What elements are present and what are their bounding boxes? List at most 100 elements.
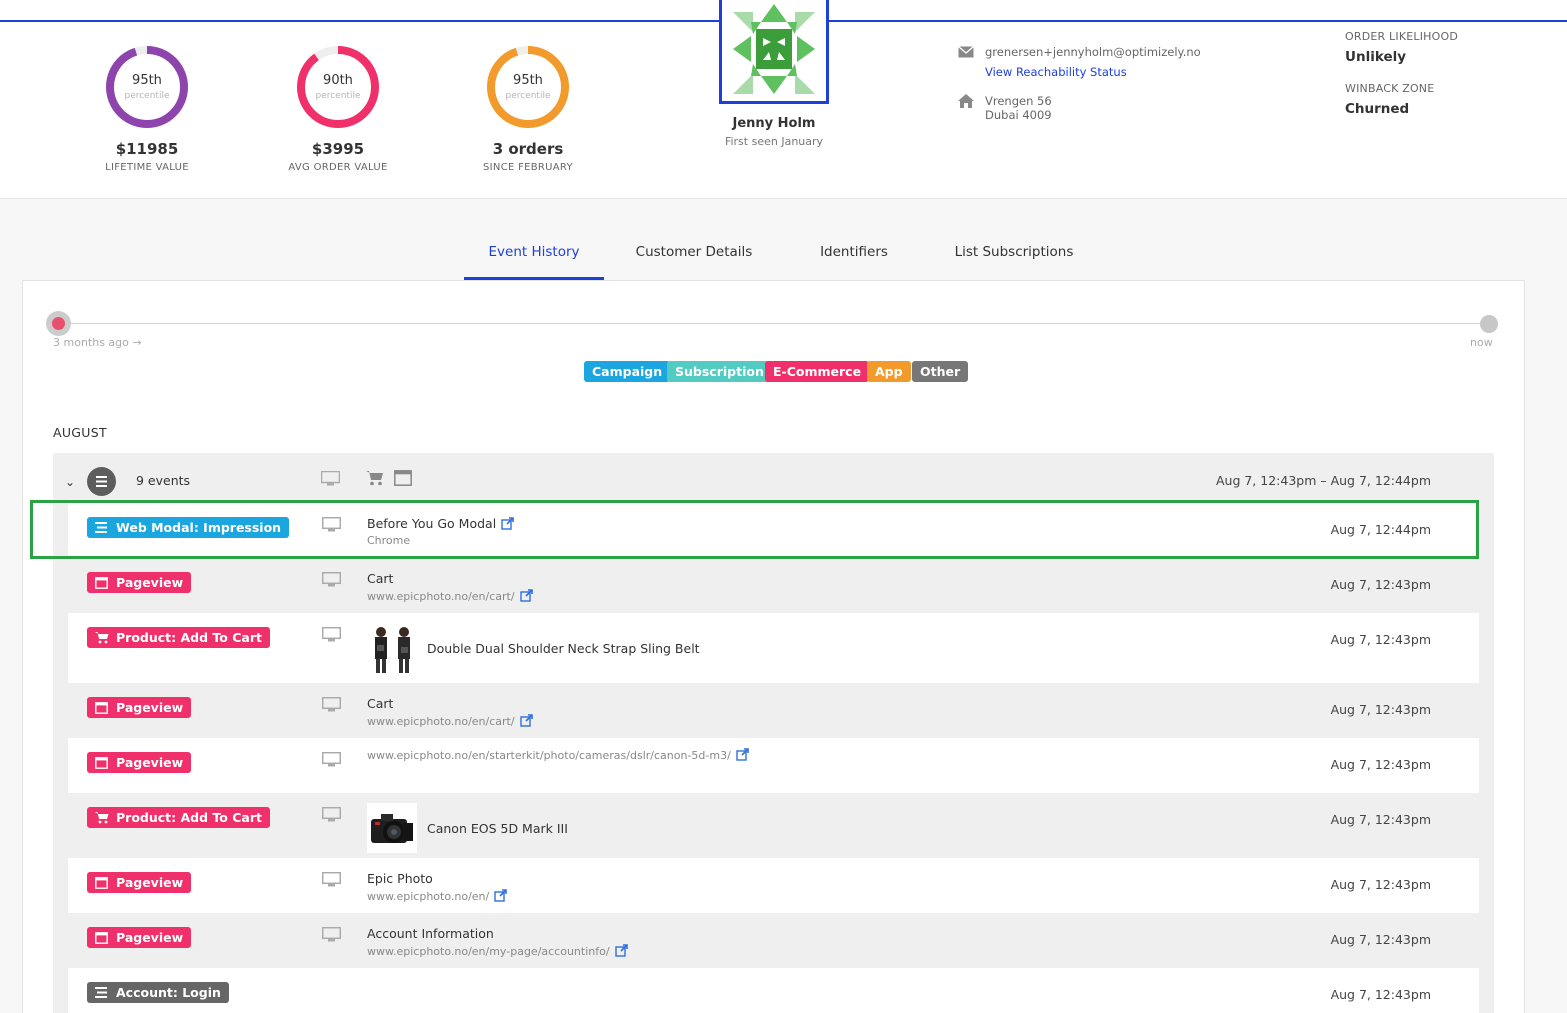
event-type-label: Pageview [116, 755, 184, 770]
winback-zone-value: Churned [1345, 101, 1410, 117]
desktop-icon [321, 871, 342, 887]
event-subtitle-text[interactable]: www.epicphoto.no/en/ [367, 890, 489, 903]
event-title: Cart [367, 571, 393, 586]
event-title-text: Epic Photo [367, 871, 433, 886]
event-time: Aug 7, 12:43pm [1330, 987, 1431, 1002]
stat-label: AVG ORDER VALUE [288, 162, 388, 173]
event-title-text: Account Information [367, 926, 494, 941]
device-desktop [321, 626, 342, 646]
event-type-label: Pageview [116, 700, 184, 715]
event-type-label: Product: Add To Cart [116, 630, 262, 645]
browser-icon [95, 877, 108, 889]
desktop-icon [321, 751, 342, 767]
list-icon [87, 467, 116, 496]
event-type-badge[interactable]: Pageview [87, 752, 192, 773]
event-type-badge[interactable]: Pageview [87, 697, 192, 718]
event-url: www.epicphoto.no/en/starterkit/photo/cam… [367, 748, 749, 762]
event-row[interactable]: Product: Add To Cart Canon EOS 5D Mark II… [68, 793, 1479, 858]
event-count: 9 events [136, 473, 191, 488]
event-type-label: Pageview [116, 575, 184, 590]
event-type-label: Product: Add To Cart [116, 810, 262, 825]
stat-value: 3 orders [492, 140, 564, 158]
external-link-icon[interactable] [519, 714, 533, 727]
timeline-start-label: 3 months ago → [53, 336, 142, 349]
event-url: www.epicphoto.no/en/cart/ [367, 714, 533, 728]
header-accent-line-right [828, 20, 1567, 22]
event-row[interactable]: Pageview www.epicphoto.no/en/starterkit/p… [68, 738, 1479, 793]
event-title-text: Cart [367, 571, 394, 586]
event-title-text: Cart [367, 696, 394, 711]
event-type-badge[interactable]: Pageview [87, 927, 192, 948]
event-title: Account Information [367, 926, 494, 941]
event-row[interactable]: Pageview Account Information www.epicphoto… [68, 913, 1479, 968]
stat-avg-order-value: 90th percentile $3995 AVG ORDER VALUE [248, 44, 428, 173]
desktop-icon [321, 571, 342, 587]
device-desktop [321, 571, 342, 591]
percentile-value: 90th [323, 73, 353, 88]
external-link-icon[interactable] [736, 748, 749, 761]
percentile-label: percentile [315, 91, 361, 101]
event-row[interactable]: Pageview Epic Photo www.epicphoto.no/en/Au… [68, 858, 1479, 913]
event-type-label: Pageview [116, 930, 184, 945]
event-title: Epic Photo [367, 871, 433, 886]
percentile-ring: 95th percentile [485, 44, 571, 130]
home-icon [958, 94, 974, 108]
filter-campaign[interactable]: Campaign [584, 361, 671, 382]
desktop-icon [321, 471, 340, 486]
event-type-badge[interactable]: Product: Add To Cart [87, 807, 270, 828]
timeline-track [59, 323, 1489, 324]
event-subtitle-text[interactable]: www.epicphoto.no/en/cart/ [367, 715, 515, 728]
event-row[interactable]: Account: Login Aug 7, 12:43pm [68, 968, 1479, 1013]
filter-other[interactable]: Other [912, 361, 969, 382]
tab-list-subscriptions[interactable]: List Subscriptions [944, 244, 1084, 280]
external-link-icon[interactable] [494, 889, 508, 902]
browser-icon [95, 757, 108, 769]
device-desktop [321, 806, 342, 826]
external-link-icon[interactable] [519, 589, 533, 602]
event-type-badge[interactable]: Product: Add To Cart [87, 627, 270, 648]
tab-event-history[interactable]: Event History [464, 244, 604, 280]
month-heading: AUGUST [53, 425, 107, 440]
identicon-icon [733, 4, 815, 94]
product-image [367, 623, 417, 673]
device-desktop [321, 871, 342, 891]
tab-identifiers[interactable]: Identifiers [784, 244, 924, 280]
filter-subscription[interactable]: Subscription [667, 361, 772, 382]
event-type-label: Account: Login [116, 985, 221, 1000]
product-thumbnail-camera [367, 803, 417, 853]
event-time: Aug 7, 12:43pm [1330, 877, 1431, 892]
filter-ecommerce[interactable]: E-Commerce [765, 361, 870, 382]
desktop-icon [321, 626, 342, 642]
header-accent-line-left [0, 20, 720, 22]
first-seen: First seen January [724, 135, 824, 148]
event-row[interactable]: Pageview Cart www.epicphoto.no/en/cart/Aug… [68, 558, 1479, 613]
event-subtitle-text[interactable]: www.epicphoto.no/en/starterkit/photo/cam… [367, 749, 731, 762]
event-type-badge[interactable]: Pageview [87, 872, 192, 893]
event-time: Aug 7, 12:43pm [1330, 702, 1431, 717]
tab-customer-details[interactable]: Customer Details [624, 244, 764, 280]
timeline-start-handle[interactable] [46, 311, 71, 336]
event-row[interactable]: Product: Add To Cart Double Dual Shoulder… [68, 613, 1479, 683]
view-reachability-link[interactable]: View Reachability Status [985, 65, 1127, 79]
event-row[interactable]: Pageview Cart www.epicphoto.no/en/cart/Aug… [68, 683, 1479, 738]
event-type-badge[interactable]: Account: Login [87, 982, 229, 1003]
event-title: Canon EOS 5D Mark III [427, 821, 568, 836]
stat-lifetime-value: 95th percentile $11985 LIFETIME VALUE [57, 44, 237, 173]
device-desktop [321, 926, 342, 946]
browser-icon [95, 702, 108, 714]
browser-icon [95, 577, 108, 589]
event-subtitle-text[interactable]: www.epicphoto.no/en/my-page/accountinfo/ [367, 945, 610, 958]
event-time: Aug 7, 12:43pm [1330, 932, 1431, 947]
desktop-icon [321, 696, 342, 712]
cart-icon [95, 632, 109, 644]
event-type-badge[interactable]: Pageview [87, 572, 192, 593]
event-subtitle-text[interactable]: www.epicphoto.no/en/cart/ [367, 590, 515, 603]
event-group-header[interactable]: ⌄ 9 events Aug 7, 12:43pm – Aug 7, 12:44… [53, 453, 1494, 505]
percentile-value: 95th [132, 73, 162, 88]
filter-app[interactable]: App [867, 361, 911, 382]
external-link-icon[interactable] [614, 944, 628, 957]
order-likelihood: ORDER LIKELIHOOD Unlikely [1345, 30, 1458, 65]
chevron-down-icon[interactable]: ⌄ [65, 475, 75, 489]
timeline-end-handle[interactable] [1480, 315, 1498, 333]
winback-zone: WINBACK ZONE Churned [1345, 82, 1434, 117]
